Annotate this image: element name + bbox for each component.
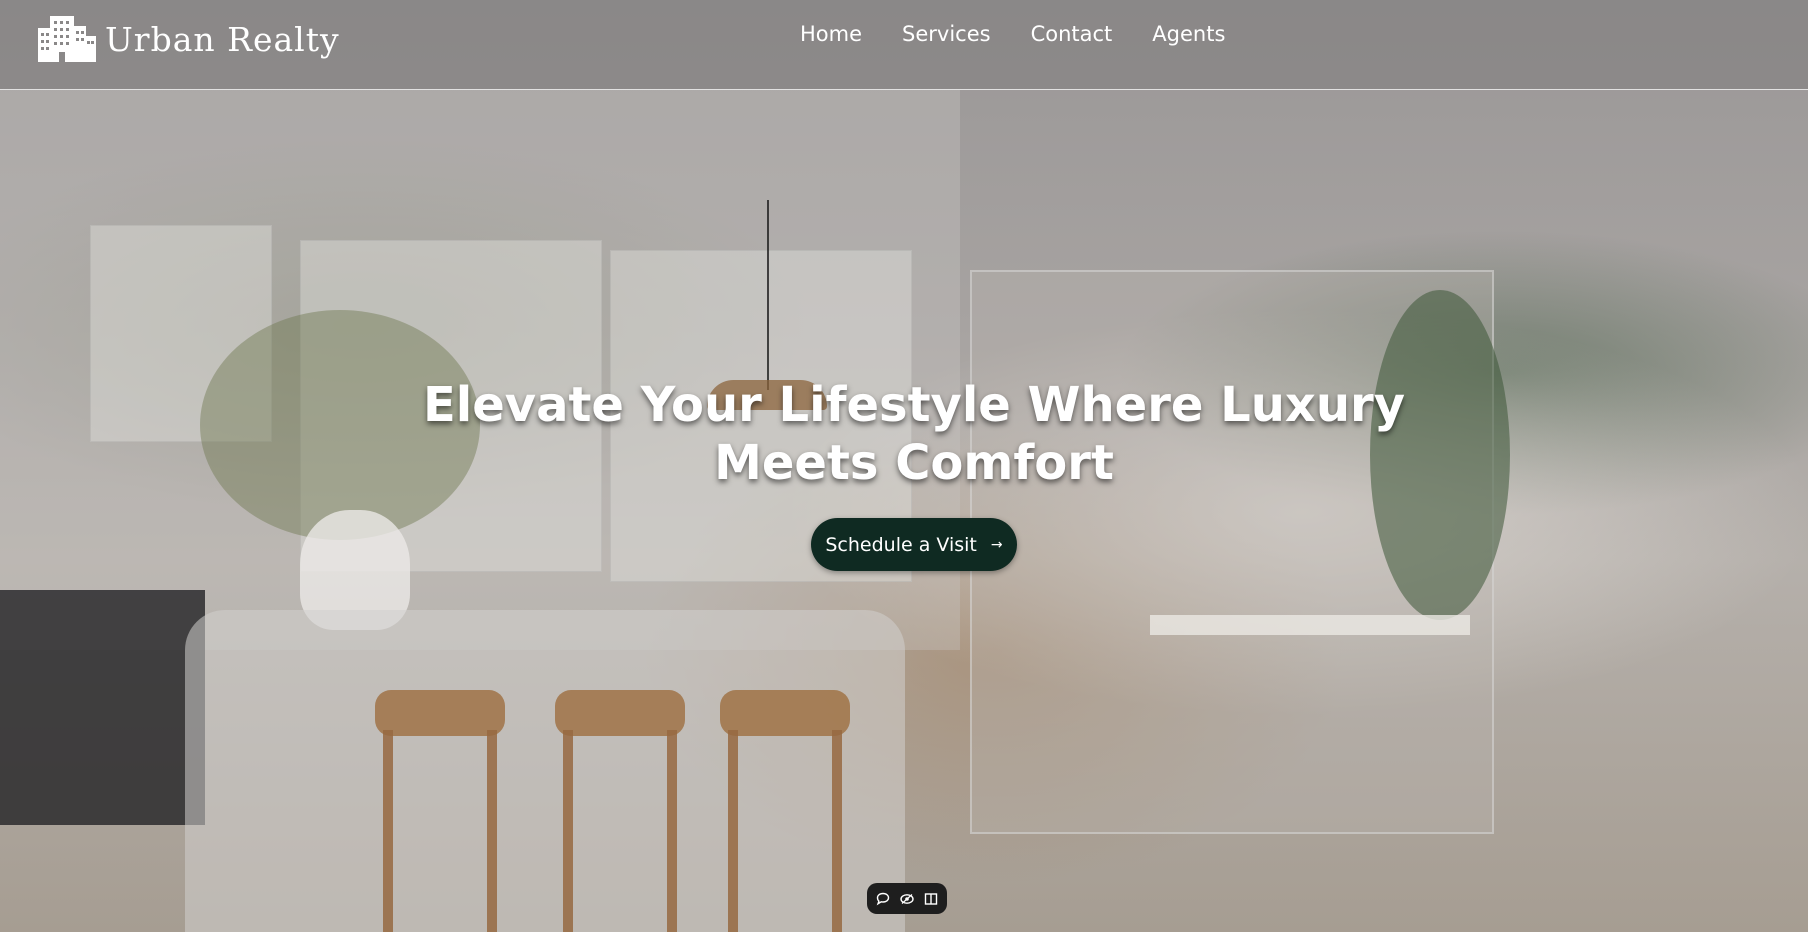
nav-link-agents[interactable]: Agents	[1152, 19, 1225, 49]
oven	[0, 590, 205, 825]
columns-icon[interactable]	[923, 891, 939, 907]
brand-logo-link[interactable]: Urban Realty	[38, 16, 340, 62]
city-buildings-icon	[38, 16, 96, 62]
hero-headline-line-1: Elevate Your Lifestyle Where Luxury	[422, 377, 1406, 433]
hero-headline: Elevate Your Lifestyle Where Luxury Meet…	[404, 376, 1424, 492]
bar-stool	[555, 690, 685, 932]
dining-table	[1150, 615, 1470, 635]
brand-name: Urban Realty	[105, 19, 340, 59]
nav-link-home[interactable]: Home	[800, 19, 862, 49]
main-nav: Home Services Contact Agents	[800, 19, 1265, 49]
nav-link-services[interactable]: Services	[902, 19, 991, 49]
floating-toolbar	[867, 883, 947, 914]
site-header: Urban Realty Home Services Contact Agent…	[0, 0, 1808, 90]
comment-icon[interactable]	[875, 891, 891, 907]
nav-link-contact[interactable]: Contact	[1031, 19, 1113, 49]
schedule-visit-label: Schedule a Visit	[825, 533, 977, 556]
hero-section: Urban Realty Home Services Contact Agent…	[0, 0, 1808, 932]
bar-stool	[375, 690, 505, 932]
pendant-cord	[767, 200, 769, 390]
eye-icon[interactable]	[899, 891, 915, 907]
bar-stool	[720, 690, 850, 932]
hero-headline-line-2: Meets Comfort	[714, 435, 1114, 491]
arrow-right-icon: →	[990, 536, 1003, 553]
schedule-visit-button[interactable]: Schedule a Visit →	[811, 518, 1017, 571]
